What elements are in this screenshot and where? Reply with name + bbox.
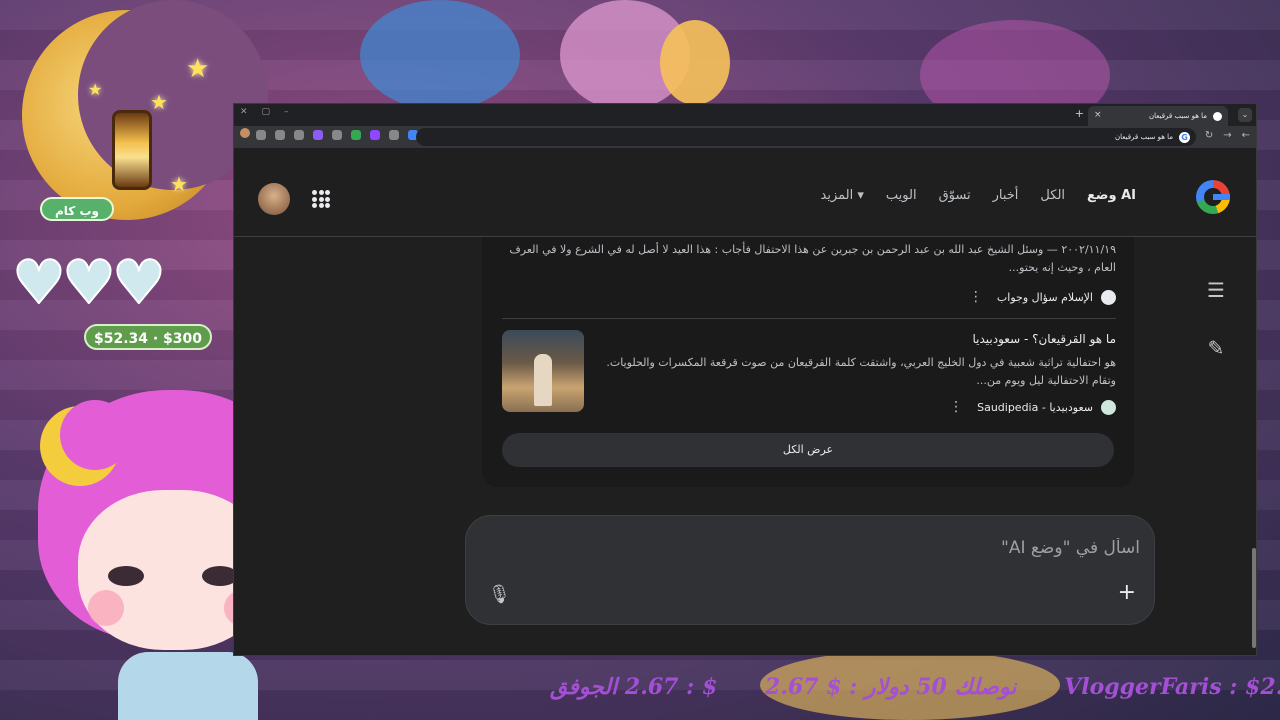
- search-results-card: ٢٠٠٢/١١/١٩ — وسئل الشيخ عبد الله بن عبد …: [482, 237, 1134, 487]
- reload-icon[interactable]: ↻: [1205, 130, 1213, 141]
- google-favicon-icon: [1213, 111, 1222, 121]
- tab-search-icon[interactable]: ⌄: [1238, 108, 1252, 122]
- account-avatar[interactable]: [258, 183, 290, 215]
- star-icon: ★: [88, 80, 103, 99]
- ai-mode-prompt-box: 🎙 +: [465, 515, 1155, 625]
- source-favicon-icon: [1101, 399, 1116, 415]
- lantern-icon: [112, 110, 152, 190]
- edit-icon[interactable]: ✎: [1204, 336, 1228, 360]
- result-title-link[interactable]: ما هو القرقيعان؟ - سعودبيديا: [972, 332, 1116, 346]
- hearts-row: ♥ ♥ ♥: [11, 252, 167, 314]
- result-divider: [502, 318, 1116, 319]
- twitch-icon[interactable]: [370, 130, 380, 140]
- source-name: سعودبيديا - Saudipedia: [977, 400, 1093, 414]
- star-icon: ★: [150, 90, 168, 114]
- show-all-button[interactable]: عرض الكل: [502, 433, 1114, 467]
- tab-news[interactable]: أخبار: [993, 188, 1019, 203]
- ticker-item: $ : 2.67 الجوفق: [550, 674, 718, 700]
- new-tab-button[interactable]: +: [1075, 107, 1084, 120]
- webcam-badge: وب كام: [40, 197, 114, 221]
- address-text: ما هو سبب قرقيعان: [1114, 133, 1173, 141]
- result-source[interactable]: سعودبيديا - Saudipedia ⋮: [949, 399, 1116, 415]
- google-results-page: وضع AI الكل أخبار تسوّق الويب المزيد ▾ ☰…: [234, 148, 1256, 655]
- playlist-add-icon[interactable]: ☰: [1204, 278, 1228, 302]
- forward-icon[interactable]: →: [1223, 130, 1231, 141]
- tab-all[interactable]: الكل: [1040, 188, 1065, 203]
- ai-mode-input[interactable]: [540, 538, 1140, 558]
- google-apps-icon[interactable]: [312, 190, 330, 208]
- tab-more[interactable]: المزيد ▾: [821, 188, 864, 203]
- avatar-eye: [108, 566, 144, 586]
- close-window-icon[interactable]: ✕: [240, 107, 248, 117]
- search-tabs: وضع AI الكل أخبار تسوّق الويب المزيد ▾: [821, 188, 1136, 203]
- add-attachment-icon[interactable]: +: [1118, 580, 1136, 605]
- more-options-icon[interactable]: ⋮: [949, 399, 963, 415]
- ticker-item: نوصلك 50 دولار : $ 2.67: [764, 674, 1017, 700]
- star-icon: ★: [186, 54, 210, 84]
- more-label: المزيد: [820, 188, 854, 203]
- side-actions: ☰ ✎: [1204, 278, 1228, 360]
- chevron-down-icon: ▾: [857, 188, 864, 203]
- donation-goal: $52.34 · $300: [84, 324, 212, 350]
- google-g-icon: G: [1179, 131, 1190, 143]
- tab-ai-mode[interactable]: وضع AI: [1087, 188, 1136, 203]
- result-snippet: ٢٠٠٢/١١/١٩ — وسئل الشيخ عبد الله بن عبد …: [509, 243, 1116, 274]
- star-icon: ★: [170, 172, 188, 196]
- adblock-icon[interactable]: [351, 130, 361, 140]
- avatar-sweater: [118, 652, 258, 720]
- tab-title: ما هو سبب قرقيعان: [1148, 112, 1207, 120]
- google-logo-bar: [1213, 194, 1230, 200]
- result-snippet: هو احتفالية تراثية شعبية في دول الخليج ا…: [606, 356, 1116, 387]
- google-header: وضع AI الكل أخبار تسوّق الويب المزيد ▾: [234, 148, 1256, 237]
- heart-icon: ♥: [111, 248, 167, 318]
- result-source[interactable]: الإسلام سؤال وجواب ⋮: [969, 289, 1116, 305]
- bg-decor-3: [660, 20, 730, 105]
- tab-strip: ✕ ▢ – + × ما هو سبب قرقيعان ⌄: [234, 104, 1256, 126]
- purple-extension-icon[interactable]: [313, 130, 323, 140]
- ticker-item: VloggerFaris : $2.67: [1064, 674, 1280, 700]
- restore-window-icon[interactable]: ▢: [262, 107, 271, 117]
- profile-avatar-small[interactable]: [240, 128, 250, 138]
- omnibox-actions: [240, 128, 250, 138]
- result-thumbnail[interactable]: [502, 330, 584, 412]
- bg-decor-1: [360, 0, 520, 110]
- more-options-icon[interactable]: ⋮: [969, 289, 983, 305]
- tab-shopping[interactable]: تسوّق: [939, 188, 971, 203]
- browser-toolbar: ☆ ⌕ ما هو سبب قرقيعان G ↻ → ←: [234, 126, 1256, 148]
- shield-icon[interactable]: [294, 130, 304, 140]
- minimize-window-icon[interactable]: –: [284, 107, 289, 117]
- nav-buttons: ↻ → ←: [1205, 130, 1250, 141]
- tab-web[interactable]: الويب: [886, 188, 917, 203]
- avatar-cheek: [88, 590, 124, 626]
- source-favicon-icon: [1101, 289, 1116, 305]
- address-bar[interactable]: ما هو سبب قرقيعان G: [416, 128, 1196, 146]
- window-controls: ✕ ▢ –: [240, 107, 289, 117]
- back-icon[interactable]: ←: [1242, 130, 1250, 141]
- source-name: الإسلام سؤال وجواب: [996, 290, 1093, 304]
- avatar-moon-cut: [60, 400, 130, 470]
- microphone-icon[interactable]: 🎙: [488, 584, 511, 605]
- tab-close-icon[interactable]: ×: [1094, 110, 1102, 120]
- page-scrollbar[interactable]: [1252, 548, 1256, 648]
- side-panel-icon[interactable]: [275, 130, 285, 140]
- link-icon[interactable]: [332, 130, 342, 140]
- browser-window: ✕ ▢ – + × ما هو سبب قرقيعان ⌄ ☆ ⌕: [233, 103, 1257, 656]
- glasses-icon[interactable]: [389, 130, 399, 140]
- donation-ticker: نوصلك 50 دولار : $ 2.67 $ : 2.67 الجوفق …: [550, 674, 1280, 706]
- browser-tab[interactable]: × ما هو سبب قرقيعان: [1088, 106, 1228, 126]
- menu-icon[interactable]: [256, 130, 266, 140]
